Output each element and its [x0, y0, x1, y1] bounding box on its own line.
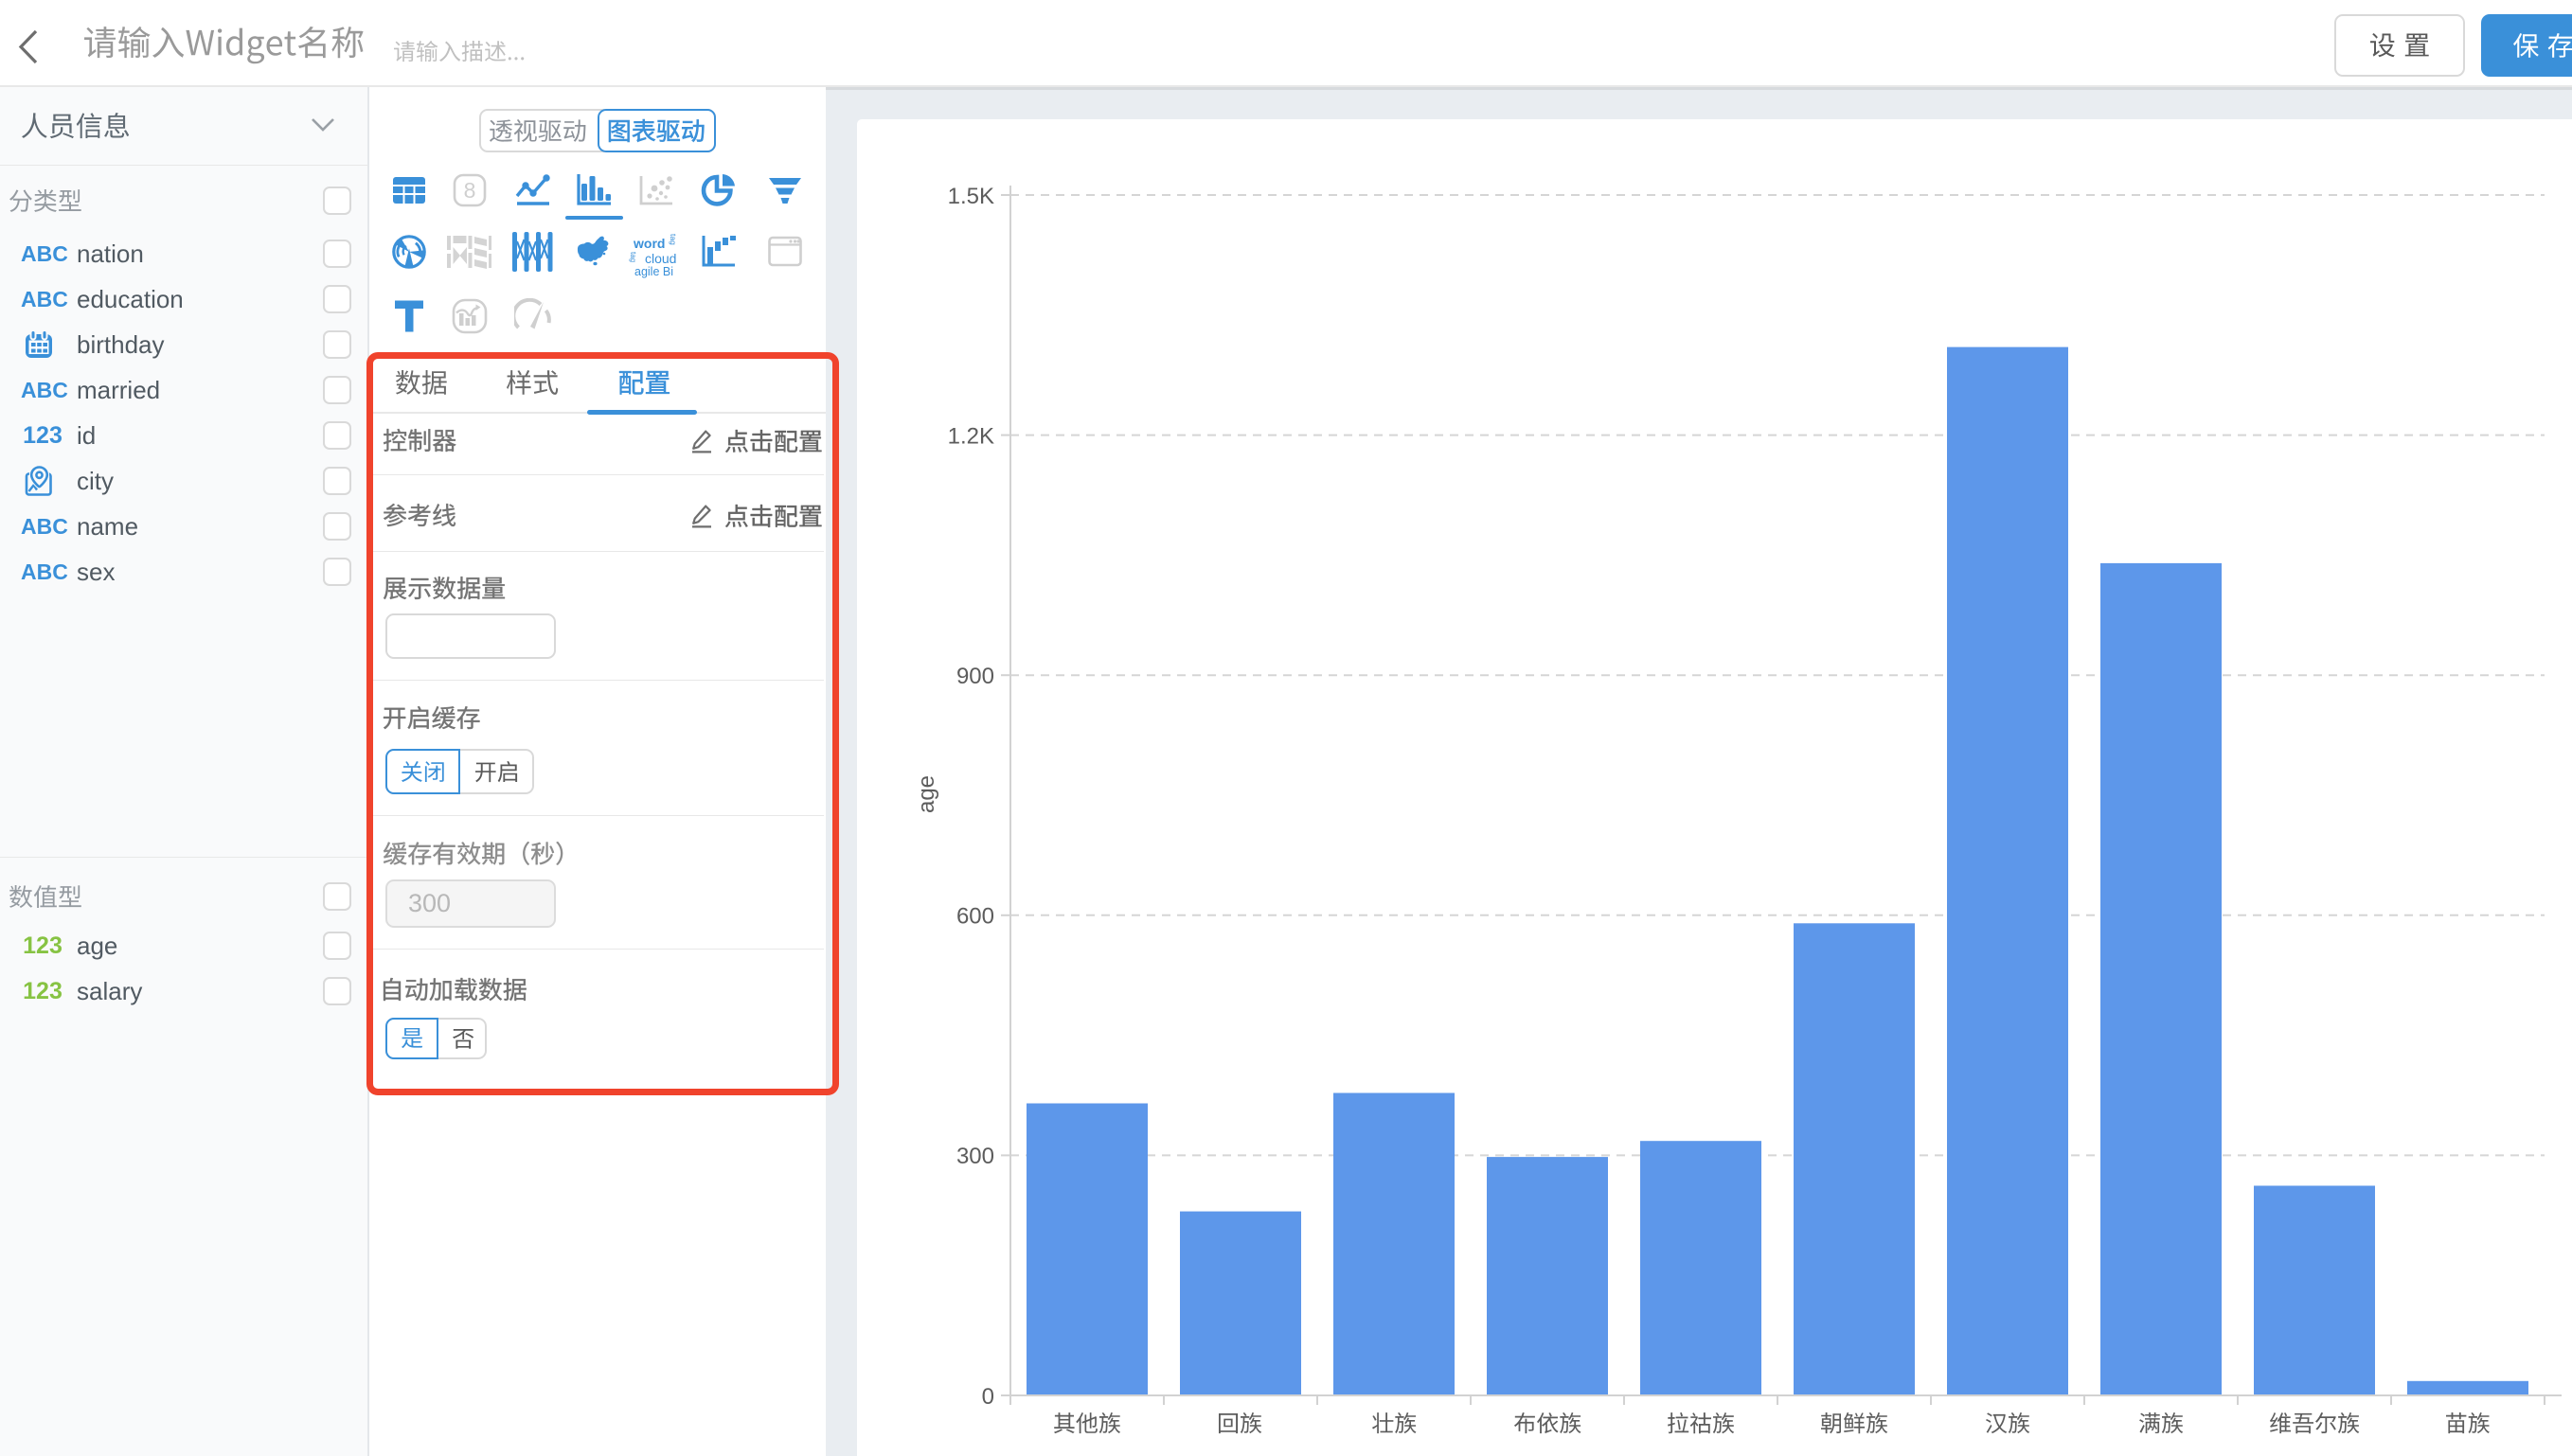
svg-text:600: 600: [956, 904, 994, 930]
svg-text:8: 8: [463, 178, 475, 203]
svg-text:1.2K: 1.2K: [948, 423, 994, 449]
svg-text:300: 300: [956, 1144, 994, 1169]
svg-text:age: age: [914, 775, 939, 813]
svg-text:1.5K: 1.5K: [948, 184, 994, 209]
svg-text:900: 900: [956, 664, 994, 689]
svg-text:0: 0: [982, 1384, 994, 1410]
